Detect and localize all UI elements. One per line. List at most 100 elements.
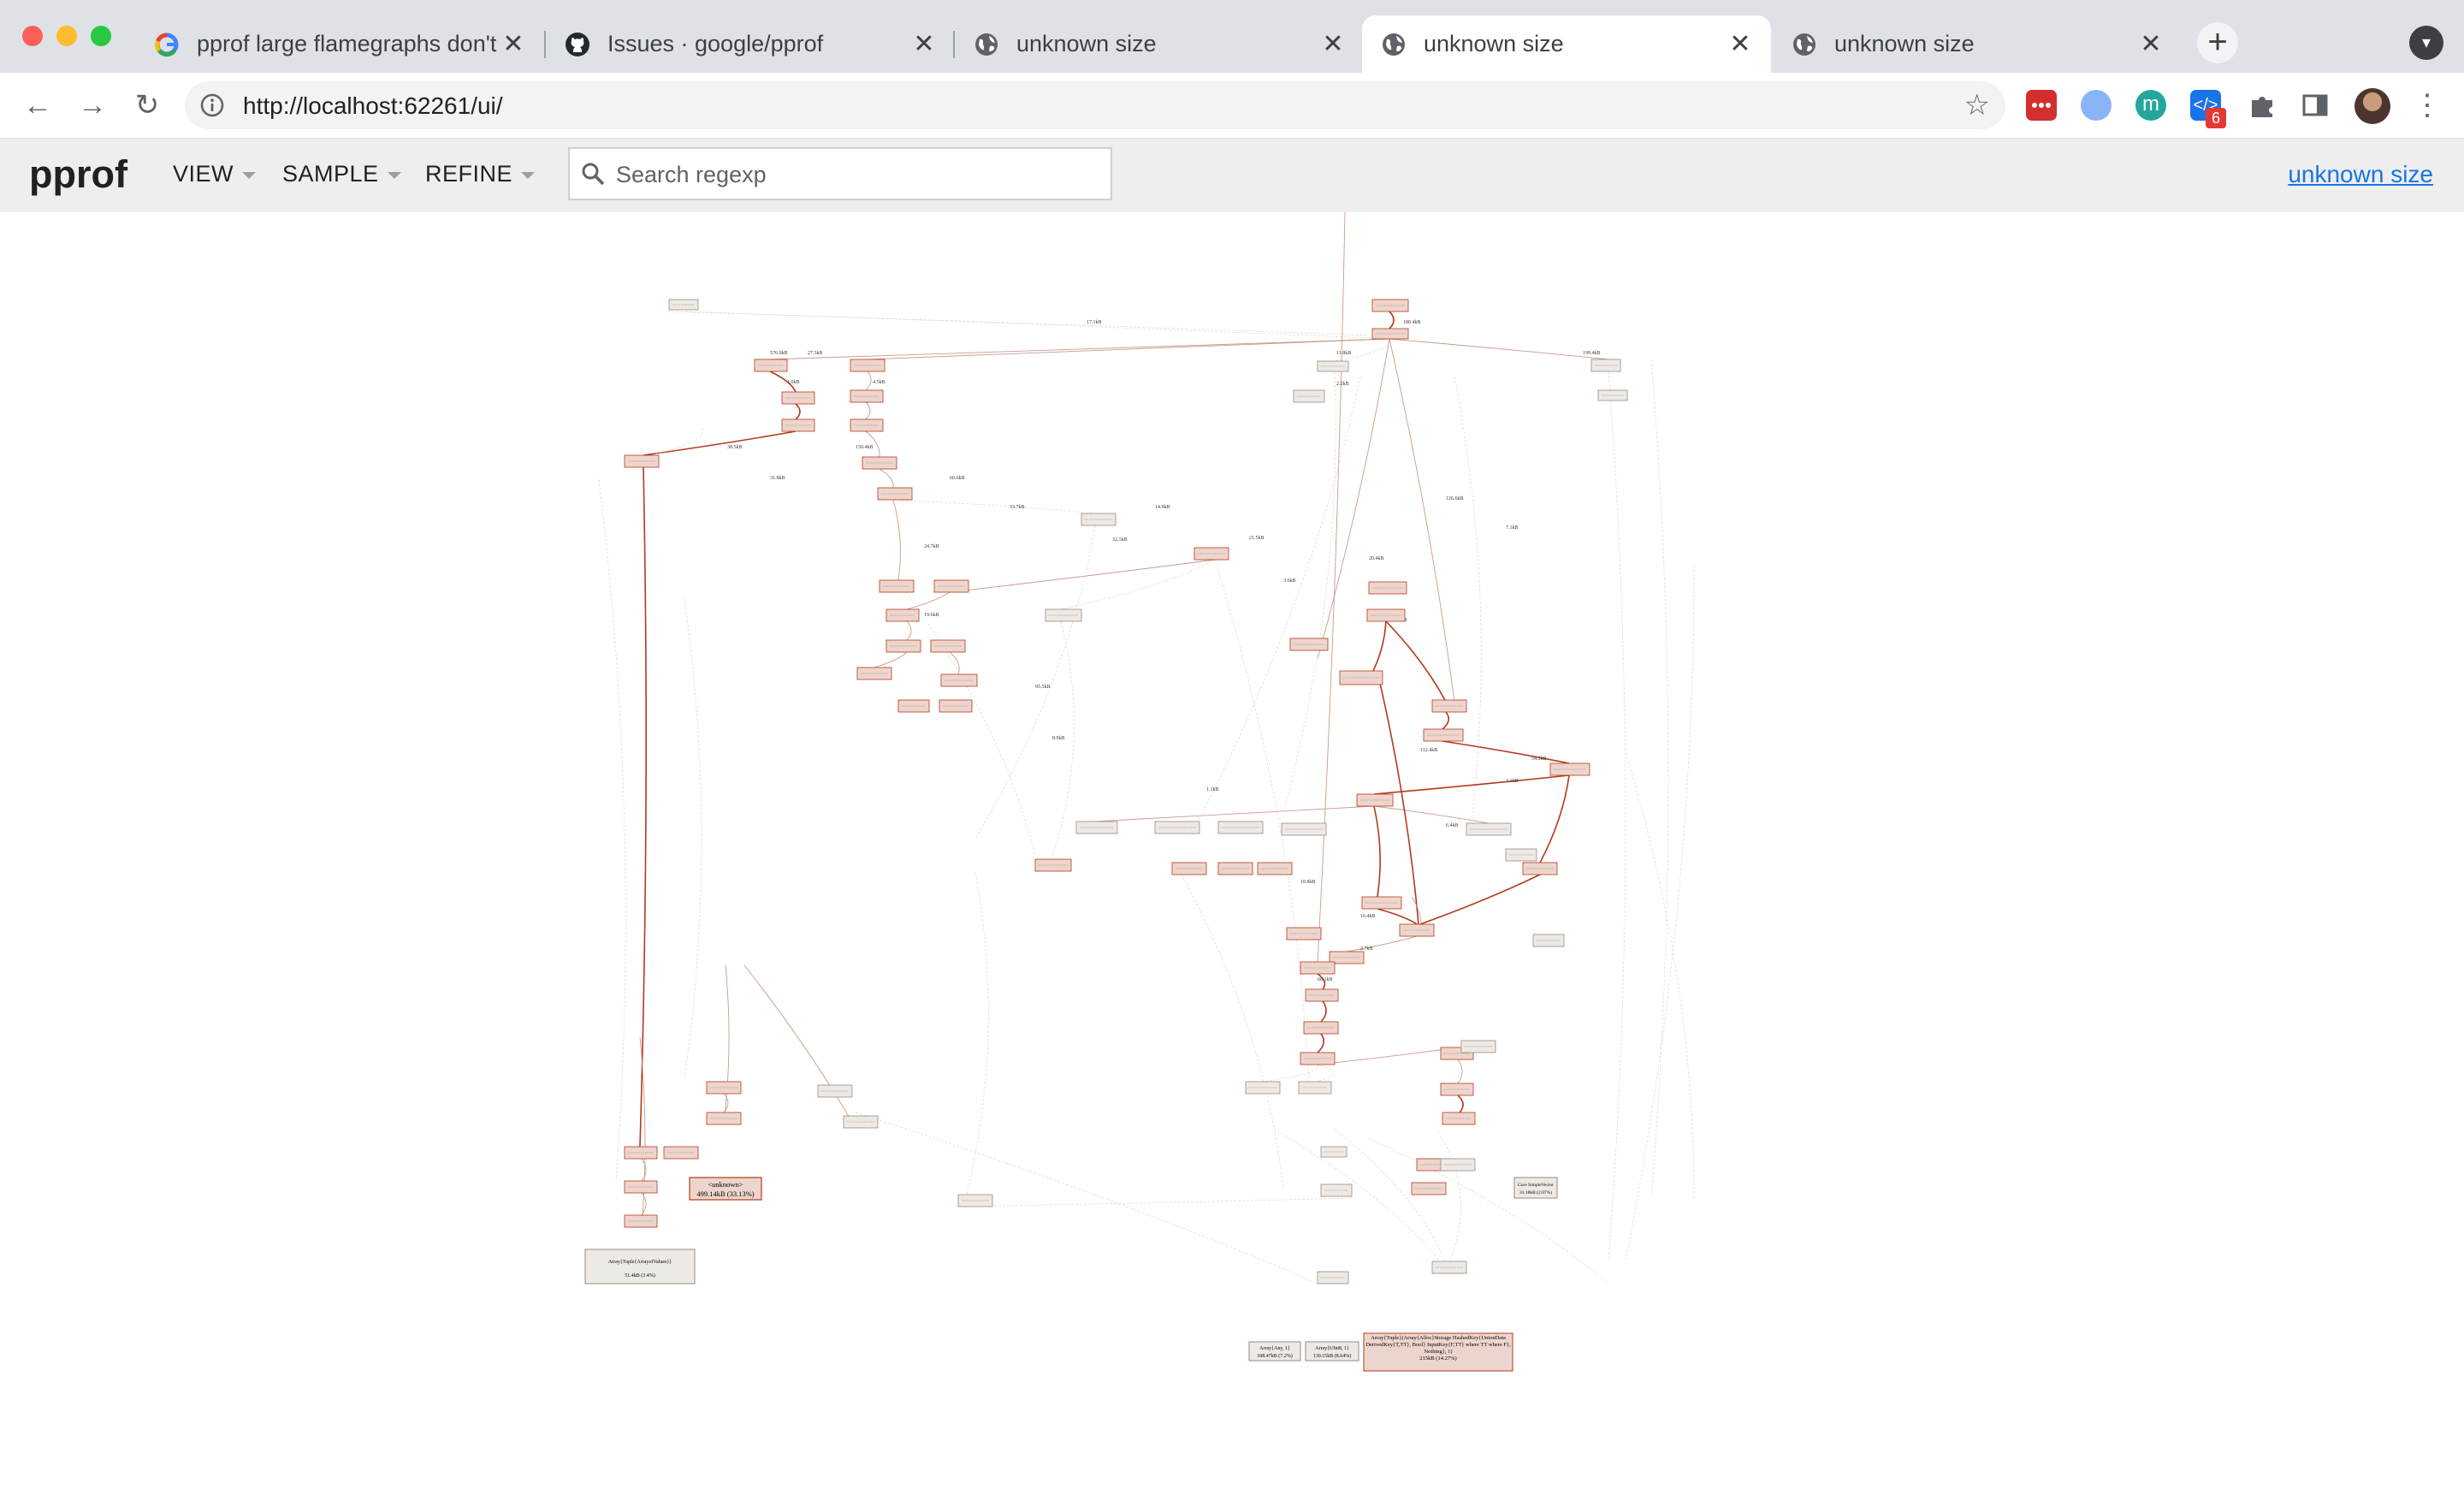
browser-tab-unknown-size-1[interactable]: unknown size ✕ <box>955 15 1364 73</box>
window-zoom-button[interactable] <box>91 26 111 46</box>
graph-edge <box>867 338 1390 360</box>
call-graph-canvas[interactable]: 17.1kB180.4kB576.0kB27.3kB44.8kB11.8kB19… <box>0 212 2464 1501</box>
graph-edge <box>1385 620 1447 703</box>
edge-label: 38.5kB <box>727 445 743 450</box>
edge-label: 150.4kB <box>856 445 874 450</box>
refine-menu[interactable]: REFINE <box>425 161 536 187</box>
node-value: 108.47kB (7.2%) <box>1257 1353 1293 1359</box>
extension-check-icon[interactable] <box>2081 90 2112 121</box>
extensions-puzzle-icon[interactable] <box>2247 90 2277 121</box>
window-close-button[interactable] <box>22 26 43 46</box>
graph-node-array-uint8[interactable]: Array{UInt8, 1} 130.15kB (8.64%) <box>1305 1341 1359 1362</box>
edge-label: 27.3kB <box>808 351 823 356</box>
edge-label: 3.6kB <box>1283 578 1296 584</box>
tab-title: pprof large flamegraphs don't r <box>197 31 501 56</box>
bookmark-star-icon[interactable]: ☆ <box>1964 88 1990 122</box>
graph-node[interactable] <box>1045 608 1082 622</box>
graph-edge <box>1274 1129 1450 1274</box>
graph-node[interactable] <box>1371 328 1409 340</box>
edge-label: 8.9kB <box>1052 736 1065 741</box>
forward-arrow-icon[interactable]: → <box>72 85 113 126</box>
graph-edge <box>874 651 908 668</box>
node-label: Array{Tuple}(Array{Alloc}Storage HashedK… <box>1365 1335 1511 1355</box>
graph-edge <box>1539 774 1570 863</box>
graph-node-array-tuple[interactable]: Array{Tuple}(Array{Alloc}Storage HashedK… <box>1363 1332 1513 1372</box>
node-label: <unknown> <box>708 1180 743 1189</box>
node-value: 31.18kB (2.07%) <box>1519 1190 1552 1195</box>
sample-menu[interactable]: SAMPLE <box>282 161 401 187</box>
window-minimize-button[interactable] <box>56 26 77 46</box>
graph-edge <box>1419 874 1541 925</box>
graph-edge <box>643 430 797 456</box>
edge-label: 199.4kB <box>1583 351 1601 356</box>
browser-tab-unknown-size-active[interactable]: unknown size ✕ <box>1362 15 1771 73</box>
graph-small-nodes[interactable] <box>624 299 1628 1284</box>
edge-label: 60.6kB <box>950 476 965 481</box>
edge-label: 33.7kB <box>1010 505 1025 510</box>
tab-search-chevron-icon[interactable]: ▾ <box>2409 26 2443 60</box>
call-graph-svg[interactable]: 17.1kB180.4kB576.0kB27.3kB44.8kB11.8kB19… <box>0 212 2464 1501</box>
graph-node-array-values[interactable]: Array{Tuple{ArrayofValues}} 51.4kB (3.4%… <box>584 1249 696 1284</box>
browser-menu-icon[interactable]: ⋮ <box>2413 85 2442 126</box>
graph-edge <box>865 430 880 458</box>
graph-edge <box>684 311 1390 340</box>
graph-edge <box>1436 1129 1461 1262</box>
new-tab-button[interactable]: + <box>2197 22 2238 63</box>
edge-label: 2.2kB <box>1336 382 1349 387</box>
tab-close-icon[interactable]: ✕ <box>1728 29 1752 59</box>
graph-node[interactable] <box>1356 793 1394 807</box>
profile-name-link[interactable]: unknown size <box>2288 161 2433 188</box>
graph-edge <box>1625 564 1695 1262</box>
view-menu[interactable]: VIEW <box>173 161 257 187</box>
node-label: Array{Any, 1} <box>1259 1346 1290 1351</box>
browser-tab-github-issues[interactable]: Issues · google/pprof ✕ <box>546 15 955 73</box>
back-arrow-icon[interactable]: ← <box>17 85 58 126</box>
edge-label: 17.1kB <box>1087 320 1102 325</box>
info-icon[interactable] <box>198 92 226 119</box>
graph-edge <box>966 872 989 1195</box>
tab-close-icon[interactable]: ✕ <box>501 29 525 59</box>
graph-edge <box>1315 1064 1335 1083</box>
graph-edge <box>855 1112 1318 1284</box>
node-value: 215kB (14.27%) <box>1419 1356 1457 1362</box>
graph-edge <box>949 559 1216 593</box>
graph-edge <box>1346 935 1418 952</box>
search-regexp-input[interactable] <box>614 156 1097 193</box>
graph-edge <box>684 598 702 1079</box>
graph-edge <box>1368 615 1387 680</box>
graph-node-core-simplevector[interactable]: Core SimpleVector 31.18kB (2.07%) <box>1513 1177 1558 1199</box>
graph-node-array-any[interactable]: Array{Any, 1} 108.47kB (7.2%) <box>1248 1341 1301 1362</box>
url-text[interactable]: http://localhost:62261/ui/ <box>243 92 503 120</box>
graph-edge <box>1454 376 1482 822</box>
globe-icon <box>975 33 998 56</box>
browser-tab-pprof-issue[interactable]: pprof large flamegraphs don't r ✕ <box>135 15 544 73</box>
edge-label: 112.4kB <box>1420 748 1437 753</box>
browser-tab-strip: pprof large flamegraphs don't r ✕ Issues… <box>0 0 2464 73</box>
graph-edge <box>1389 311 1395 329</box>
tab-close-icon[interactable]: ✕ <box>2139 29 2163 59</box>
graph-node[interactable] <box>940 673 978 687</box>
github-icon <box>566 32 589 56</box>
graph-edge <box>1389 338 1455 703</box>
address-bar[interactable]: http://localhost:62261/ui/ ☆ <box>185 81 2005 129</box>
graph-edge <box>1317 1047 1459 1065</box>
tab-close-icon[interactable]: ✕ <box>1321 29 1345 59</box>
graph-node[interactable] <box>1034 858 1072 872</box>
browser-tab-unknown-size-3[interactable]: unknown size ✕ <box>1773 15 2182 73</box>
profile-avatar[interactable] <box>2354 88 2390 124</box>
tab-title: unknown size <box>1016 31 1157 56</box>
google-icon <box>155 33 179 56</box>
tab-title: Issues · google/pprof <box>607 31 824 56</box>
reload-icon[interactable]: ↻ <box>127 85 168 126</box>
graph-edge <box>906 591 951 610</box>
side-panel-icon[interactable] <box>2300 90 2331 121</box>
edge-label: 576.0kB <box>770 351 788 356</box>
caret-down-icon <box>387 171 401 179</box>
tab-close-icon[interactable]: ✕ <box>912 29 936 59</box>
extension-m-icon[interactable]: m <box>2135 90 2166 121</box>
graph-node[interactable] <box>1371 299 1409 312</box>
node-value: 499.14kB (33.13%) <box>696 1190 754 1198</box>
extension-dots-icon[interactable] <box>2026 90 2057 121</box>
graph-node-unknown[interactable]: <unknown> 499.14kB (33.13%) <box>689 1177 762 1201</box>
node-label: Array{UInt8, 1} <box>1315 1346 1349 1351</box>
